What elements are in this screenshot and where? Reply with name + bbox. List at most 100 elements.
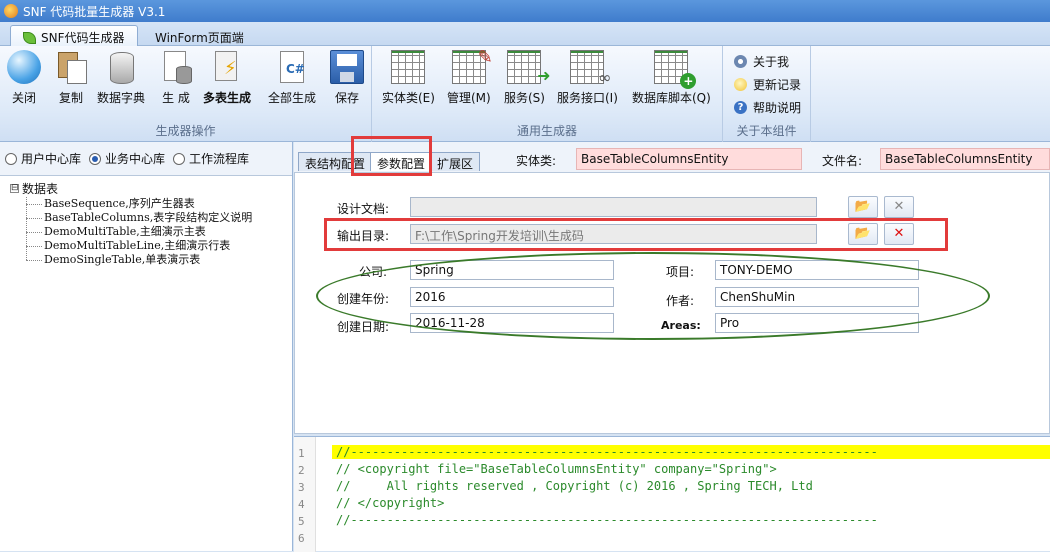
line-number: 4 [298,498,305,511]
save-label: 保存 [334,91,359,105]
service-interface-button[interactable]: 服务接口(I) [557,50,618,106]
line-number-gutter: 1 2 3 4 5 6 [294,437,316,552]
tab-extension[interactable]: 扩展区 [430,152,481,171]
design-doc-clear-button[interactable]: ✕ [884,196,914,218]
close-button[interactable]: 关闭 [7,50,41,106]
leaf-icon [23,31,36,44]
data-dictionary-button[interactable]: 数据字典 [97,50,145,106]
tab-winform[interactable]: WinForm页面端 [142,25,257,46]
lightbulb-icon [734,78,747,91]
service-interface-label: 服务接口(I) [557,91,618,105]
manage-label: 管理(M) [447,91,491,105]
entity-class-field[interactable]: BaseTableColumnsEntity [576,148,802,170]
code-line: // <copyright file="BaseTableColumnsEnti… [336,462,777,476]
tree-root-label: 数据表 [22,182,59,196]
tree-items: BaseSequence,序列产生器表 BaseTableColumns,表字段… [10,197,292,267]
generate-all-label: 全部生成 [268,91,317,105]
db-script-label: 数据库脚本(Q) [632,91,711,105]
tab-label: SNF代码生成器 [41,31,125,45]
service-label: 服务(S) [504,91,545,105]
dictionary-label: 数据字典 [97,91,146,105]
table-tree: ⊟ 数据表 BaseSequence,序列产生器表 BaseTableColum… [0,176,292,267]
line-number: 6 [298,532,305,545]
group-generator-ops: 关闭 复制 数据字典 生 成 多表生成 全部生成 保存 生成器操作 [0,46,372,142]
radio-dot [173,152,186,165]
collapse-icon[interactable]: ⊟ [10,184,19,193]
tree-item[interactable]: DemoSingleTable,单表演示表 [10,253,292,267]
window-title: SNF 代码批量生成器 V3.1 [23,4,166,19]
entity-class-label: 实体类: [516,154,557,168]
tab-label: WinForm页面端 [155,31,244,45]
table-add-icon [654,50,697,89]
annotation-ellipse-fields [316,252,990,340]
gear-icon [734,55,747,68]
help-label: 帮助说明 [753,101,802,115]
radio-dot-selected [89,152,102,165]
code-editor[interactable]: 1 2 3 4 5 6 //--------------------------… [294,436,1050,552]
help-link[interactable]: ? 帮助说明 [734,99,801,116]
generate-button[interactable]: 生 成 [159,50,193,106]
lightning-document-icon [210,50,244,84]
annotation-box-params-tab [351,136,432,176]
update-log-link[interactable]: 更新记录 [734,76,801,93]
help-icon: ? [734,101,747,114]
code-line: // </copyright> [336,496,445,510]
ribbon-tab-row: SNF代码生成器 WinForm页面端 [0,22,1050,46]
radio-business-center[interactable]: 业务中心库 [89,150,165,167]
table-link-icon [570,50,611,87]
db-script-button[interactable]: 数据库脚本(Q) [632,50,711,106]
manage-button[interactable]: 管理(M) [447,47,493,106]
table-icon [391,50,426,84]
table-edit-icon [451,47,493,84]
table-arrow-icon [507,50,550,85]
line-number: 5 [298,515,305,528]
generate-label: 生 成 [162,91,190,105]
code-line: //--------------------------------------… [336,513,878,527]
about-me-link[interactable]: 关于我 [734,53,789,70]
folder-icon: 📂 [854,199,872,214]
line-number: 2 [298,464,305,477]
line-number: 3 [298,481,305,494]
annotation-box-output-dir [324,218,948,251]
database-radio-group: 用户中心库 业务中心库 工作流程库 [0,142,292,176]
save-button[interactable]: 保存 [330,50,364,106]
close-icon: ✕ [893,199,905,214]
generate-all-button[interactable]: 全部生成 [268,50,316,106]
multi-generate-button[interactable]: 多表生成 [203,50,251,106]
radio-label: 工作流程库 [189,152,250,166]
design-doc-browse-button[interactable]: 📂 [848,196,878,218]
group-label-about: 关于本组件 [736,124,797,138]
close-icon [7,50,41,84]
close-label: 关闭 [11,91,36,105]
design-doc-input[interactable] [410,197,817,217]
entity-button[interactable]: 实体类(E) [382,50,435,106]
line-number: 1 [298,447,305,460]
design-doc-label: 设计文档: [337,202,390,216]
file-name-label: 文件名: [822,154,863,168]
ribbon: 关闭 复制 数据字典 生 成 多表生成 全部生成 保存 生成器操作 [0,46,1050,142]
database-icon [104,50,138,84]
radio-dot [5,152,17,165]
tree-item[interactable]: DemoMultiTableLine,主细演示行表 [10,239,292,253]
save-icon [330,50,364,84]
group-common-generator: 实体类(E) 管理(M) 服务(S) 服务接口(I) 数据库脚本(Q) 通用生成… [372,46,723,142]
radio-workflow[interactable]: 工作流程库 [173,150,249,167]
copy-button[interactable]: 复制 [54,50,88,106]
file-name-field[interactable]: BaseTableColumnsEntity [880,148,1050,170]
multi-generate-label: 多表生成 [203,91,252,105]
about-me-label: 关于我 [753,55,790,69]
service-button[interactable]: 服务(S) [504,50,550,106]
tree-item[interactable]: BaseTableColumns,表字段结构定义说明 [10,211,292,225]
radio-label: 业务中心库 [105,152,166,166]
entity-label: 实体类(E) [382,91,435,105]
title-bar: SNF 代码批量生成器 V3.1 [0,0,1050,22]
tab-snf-generator[interactable]: SNF代码生成器 [10,25,138,46]
radio-user-center[interactable]: 用户中心库 [5,150,81,167]
tree-item[interactable]: DemoMultiTable,主细演示主表 [10,225,292,239]
app-icon [4,4,18,18]
tree-root[interactable]: ⊟ 数据表 [10,180,292,197]
radio-label: 用户中心库 [21,152,82,166]
group-label-generator-ops: 生成器操作 [155,124,216,138]
update-log-label: 更新记录 [753,78,802,92]
tree-item[interactable]: BaseSequence,序列产生器表 [10,197,292,211]
